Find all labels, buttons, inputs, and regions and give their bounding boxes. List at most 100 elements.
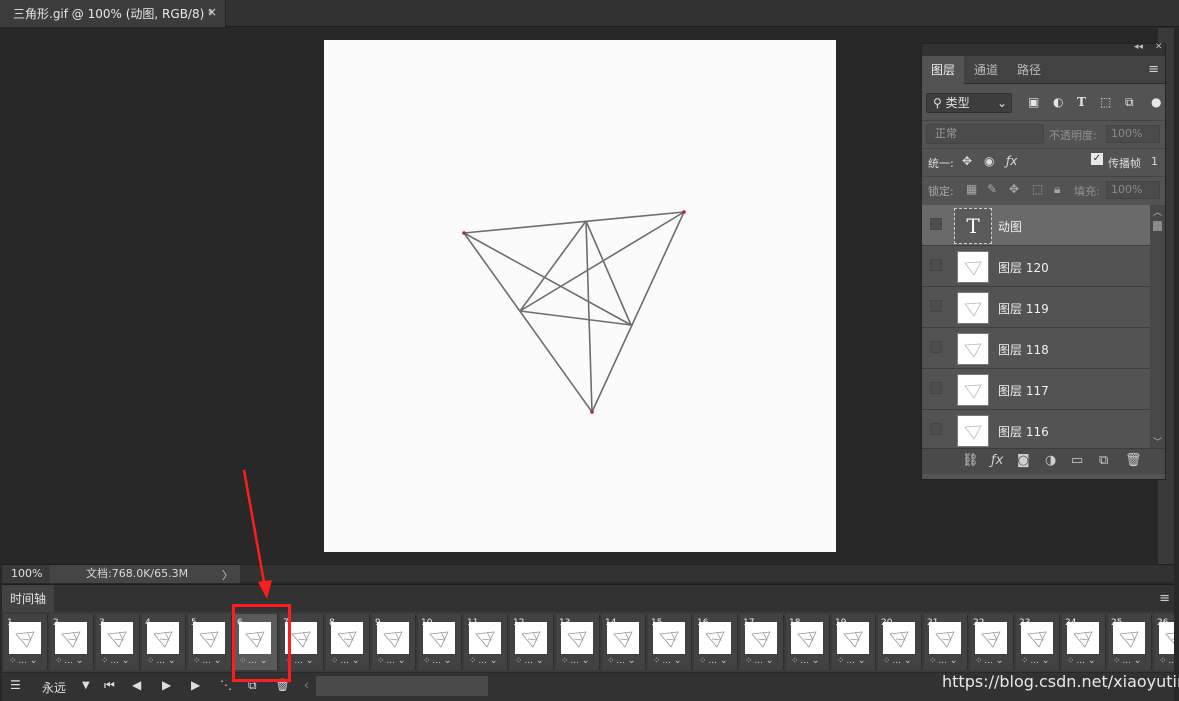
- timeline-frame[interactable]: 12⁘ ... ⌄: [510, 614, 554, 670]
- filter-toggle-icon[interactable]: ●: [1151, 95, 1161, 109]
- tab-channels[interactable]: 通道: [965, 56, 1007, 84]
- frame-delay[interactable]: ⁘ ... ⌄: [377, 656, 405, 666]
- timeline-frame[interactable]: 15⁘ ... ⌄: [648, 614, 692, 670]
- propagate-frame-checkbox[interactable]: ✓: [1091, 153, 1103, 165]
- timeline-frame[interactable]: 9⁘ ... ⌄: [372, 614, 416, 670]
- fill-field[interactable]: 100%: [1106, 181, 1160, 199]
- delete-layer-icon[interactable]: 🗑︎: [1125, 453, 1142, 468]
- timeline-frame[interactable]: 16⁘ ... ⌄: [694, 614, 738, 670]
- document-canvas[interactable]: [324, 40, 836, 552]
- frame-delay[interactable]: ⁘ ... ⌄: [9, 656, 37, 666]
- frame-delay[interactable]: ⁘ ... ⌄: [653, 656, 681, 666]
- scroll-down-icon[interactable]: ﹀: [1153, 435, 1162, 448]
- frame-delay[interactable]: ⁘ ... ⌄: [1113, 656, 1141, 666]
- type-filter-icon[interactable]: T: [1077, 95, 1086, 109]
- frame-delay[interactable]: ⁘ ... ⌄: [1159, 656, 1174, 666]
- scroll-up-icon[interactable]: ︿: [1153, 205, 1162, 218]
- timeline-frame[interactable]: 24⁘ ... ⌄: [1062, 614, 1106, 670]
- status-menu-arrow-icon[interactable]: 〉: [222, 567, 233, 583]
- convert-timeline-icon[interactable]: ☰: [10, 678, 21, 692]
- frame-delay[interactable]: ⁘ ... ⌄: [607, 656, 635, 666]
- timeline-frame[interactable]: 17⁘ ... ⌄: [740, 614, 784, 670]
- timeline-frame[interactable]: 11⁘ ... ⌄: [464, 614, 508, 670]
- timeline-frame[interactable]: 22⁘ ... ⌄: [970, 614, 1014, 670]
- opacity-field[interactable]: 100%: [1106, 125, 1160, 143]
- new-layer-icon[interactable]: ⧉: [1099, 453, 1108, 468]
- frame-delay[interactable]: ⁘ ... ⌄: [699, 656, 727, 666]
- frame-delay[interactable]: ⁘ ... ⌄: [1021, 656, 1049, 666]
- lock-all-icon[interactable]: 🔒︎: [1054, 182, 1060, 197]
- timeline-frame[interactable]: 25⁘ ... ⌄: [1108, 614, 1152, 670]
- lock-transparency-icon[interactable]: ▦: [966, 182, 977, 196]
- next-frame-icon[interactable]: ▶: [191, 678, 200, 692]
- visibility-toggle[interactable]: [930, 259, 942, 271]
- shape-filter-icon[interactable]: ⬚: [1100, 95, 1111, 109]
- layer-list-scrollbar[interactable]: ︿ ﹀: [1150, 205, 1165, 448]
- timeline-frame[interactable]: 23⁘ ... ⌄: [1016, 614, 1060, 670]
- adjustment-layer-icon[interactable]: ◑: [1045, 453, 1056, 468]
- blend-mode-select[interactable]: 正常: [926, 124, 1044, 144]
- timeline-frame[interactable]: 21⁘ ... ⌄: [924, 614, 968, 670]
- adjustment-filter-icon[interactable]: ◐: [1053, 95, 1063, 109]
- unify-visibility-icon[interactable]: ◉: [984, 154, 994, 168]
- tab-layers[interactable]: 图层: [922, 56, 965, 84]
- visibility-toggle[interactable]: [930, 341, 942, 353]
- frame-delay[interactable]: ⁘ ... ⌄: [147, 656, 175, 666]
- link-layers-icon[interactable]: ⛓: [962, 453, 979, 468]
- frame-delay[interactable]: ⁘ ... ⌄: [515, 656, 543, 666]
- layer-filter-select[interactable]: ⚲ 类型 ⌄: [926, 93, 1012, 113]
- previous-frame-icon[interactable]: ◀: [132, 678, 141, 692]
- timeline-frame[interactable]: 5⁘ ... ⌄: [188, 614, 232, 670]
- unify-position-icon[interactable]: ✥: [962, 154, 972, 168]
- timeline-scrollbar[interactable]: [316, 676, 488, 696]
- timeline-frame[interactable]: 20⁘ ... ⌄: [878, 614, 922, 670]
- lock-position-icon[interactable]: ✥: [1009, 182, 1019, 196]
- timeline-frame[interactable]: 1⁘ ... ⌄: [4, 614, 48, 670]
- scroll-thumb[interactable]: [1153, 221, 1162, 231]
- timeline-frame[interactable]: 19⁘ ... ⌄: [832, 614, 876, 670]
- visibility-toggle[interactable]: [930, 382, 942, 394]
- first-frame-icon[interactable]: ⏮: [104, 678, 115, 693]
- visibility-toggle[interactable]: [930, 423, 942, 435]
- frame-delay[interactable]: ⁘ ... ⌄: [791, 656, 819, 666]
- frame-delay[interactable]: ⁘ ... ⌄: [561, 656, 589, 666]
- chevron-down-icon[interactable]: ▼: [82, 680, 90, 691]
- frame-delay[interactable]: ⁘ ... ⌄: [1067, 656, 1095, 666]
- visibility-toggle[interactable]: [930, 218, 942, 230]
- timeline-frame[interactable]: 14⁘ ... ⌄: [602, 614, 646, 670]
- visibility-toggle[interactable]: [930, 300, 942, 312]
- add-mask-icon[interactable]: ◙: [1017, 453, 1030, 468]
- frame-delay[interactable]: ⁘ ... ⌄: [55, 656, 83, 666]
- timeline-frame[interactable]: 18⁘ ... ⌄: [786, 614, 830, 670]
- frame-delay[interactable]: ⁘ ... ⌄: [883, 656, 911, 666]
- layer-row[interactable]: 图层 118: [922, 328, 1150, 369]
- layer-row[interactable]: 图层 117: [922, 369, 1150, 410]
- panel-close-icon[interactable]: ✕: [1155, 42, 1163, 52]
- new-group-icon[interactable]: ▭: [1071, 453, 1083, 468]
- frame-delay[interactable]: ⁘ ... ⌄: [975, 656, 1003, 666]
- play-icon[interactable]: ▶: [162, 678, 171, 692]
- pixel-filter-icon[interactable]: ▣: [1028, 95, 1039, 109]
- unify-style-icon[interactable]: ƒx: [1006, 154, 1017, 168]
- timeline-frame[interactable]: 4⁘ ... ⌄: [142, 614, 186, 670]
- scroll-left-icon[interactable]: ‹: [304, 678, 309, 692]
- lock-artboard-icon[interactable]: ⬚: [1032, 182, 1043, 196]
- collapse-icon[interactable]: ◂◂: [1134, 42, 1143, 52]
- loop-options[interactable]: 永远: [42, 679, 66, 696]
- timeline-frame[interactable]: 26⁘ ... ⌄: [1154, 614, 1174, 670]
- smart-object-filter-icon[interactable]: ⧉: [1125, 95, 1134, 110]
- layer-row-text[interactable]: T 动图: [922, 205, 1150, 246]
- timeline-menu-icon[interactable]: ≡: [1159, 591, 1170, 606]
- tween-icon[interactable]: ⋱: [220, 678, 232, 692]
- layer-row[interactable]: 图层 116: [922, 410, 1150, 448]
- frame-delay[interactable]: ⁘ ... ⌄: [101, 656, 129, 666]
- zoom-level[interactable]: 100%: [2, 565, 50, 583]
- tab-paths[interactable]: 路径: [1008, 56, 1050, 84]
- timeline-frame[interactable]: 3⁘ ... ⌄: [96, 614, 140, 670]
- timeline-frame[interactable]: 8⁘ ... ⌄: [326, 614, 370, 670]
- frame-delay[interactable]: ⁘ ... ⌄: [745, 656, 773, 666]
- close-icon[interactable]: ×: [207, 5, 217, 19]
- frame-delay[interactable]: ⁘ ... ⌄: [929, 656, 957, 666]
- lock-brush-icon[interactable]: ✎: [987, 182, 997, 196]
- document-tab[interactable]: 三角形.gif @ 100% (动图, RGB/8) * ×: [0, 0, 226, 27]
